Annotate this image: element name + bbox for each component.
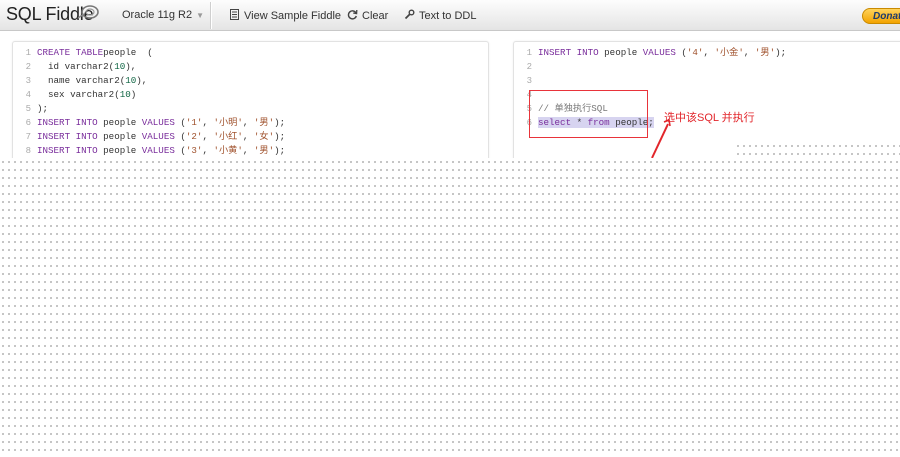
line-number: 7 [25,132,31,142]
code-token: '女' [253,131,275,142]
code-token: ); [274,117,286,128]
line-number: 5 [25,104,31,114]
code-token: '小红' [213,131,243,142]
schema-code-line: 5); [13,102,488,116]
code-token: sex varchar2( [37,89,120,100]
code-token: ); [274,145,286,156]
schema-editor[interactable]: 1 CREATE TABLEpeople (2 id varchar2(10), 3… [12,41,489,173]
code-token: , [202,117,214,128]
code-token: 10 [114,61,126,72]
code-token: , [242,131,254,142]
line-number: 1 [25,48,31,58]
code-token: name varchar2( [37,75,126,86]
schema-code-line: 1 CREATE TABLEpeople ( [13,46,488,60]
clear-label: Clear [362,10,389,22]
schema-code: 1 CREATE TABLEpeople (2 id varchar2(10), 3… [13,42,488,158]
view-sample-fiddle-button[interactable]: View Sample Fiddle [229,9,341,22]
query-code-line: 2 [514,60,900,74]
code-token: people [97,145,142,156]
code-token: ), [125,61,137,72]
code-token: VALUES [642,47,676,58]
code-token: ( [174,131,186,142]
query-code-line: 1 INSERT INTO people VALUES ('4', '小金', '… [514,46,900,60]
wrench-icon [404,9,415,20]
code-token: ), [136,75,148,86]
fiddle-logo-icon [77,5,99,19]
line-number: 2 [25,62,31,72]
schema-code-line: 2 id varchar2(10), [13,60,488,74]
code-token: '小明' [213,117,243,128]
annotation-text: 选中该SQL 并执行 [664,112,755,124]
code-token: , [202,145,214,156]
line-number: 4 [25,90,31,100]
document-icon [230,9,239,20]
code-token: '男' [253,145,275,156]
line-number: 8 [25,146,31,156]
code-token: people [598,47,643,58]
code-token: ); [37,103,49,114]
line-number: 2 [526,62,532,72]
code-token: ( [675,47,687,58]
schema-code-line: 8 INSERT INTO people VALUES ('3', '小黄', '… [13,144,488,158]
code-token: people [97,117,142,128]
code-token: '2' [185,131,203,142]
text-to-ddl-button[interactable]: Text to DDL [404,9,476,22]
code-token: INSERT INTO [37,117,98,128]
line-number: 3 [25,76,31,86]
code-token: id varchar2( [37,61,115,72]
code-token: ); [775,47,787,58]
code-token: VALUES [141,117,175,128]
schema-code-line: 6 INSERT INTO people VALUES ('1', '小明', '… [13,116,488,130]
code-token: INSERT INTO [37,131,98,142]
code-token: , [743,47,755,58]
highlight-box [529,90,648,138]
line-number: 3 [526,76,532,86]
dotted-overlay-top [735,142,900,158]
query-code-line: 3 [514,74,900,88]
code-token: '男' [754,47,776,58]
code-token: ); [274,131,286,142]
line-number: 6 [25,118,31,128]
code-token: INSERT INTO [37,145,98,156]
code-token: people [97,131,142,142]
code-token: '1' [185,117,203,128]
code-token: , [242,145,254,156]
code-token: VALUES [141,131,175,142]
code-token: VALUES [141,145,175,156]
code-token: '男' [253,117,275,128]
schema-code-line: 4 sex varchar2(10) [13,88,488,102]
code-token: people ( [103,47,153,58]
code-token: CREATE TABLE [37,47,104,58]
caret-down-icon: ▼ [196,11,205,20]
dotted-overlay [0,158,900,457]
code-token: '4' [686,47,704,58]
code-token: INSERT INTO [538,47,599,58]
code-token: ) [130,89,137,100]
code-token: , [242,117,254,128]
code-token: , [202,131,214,142]
code-token: ( [174,117,186,128]
refresh-icon [347,9,358,20]
code-token: '小金' [714,47,744,58]
view-sample-fiddle-label: View Sample Fiddle [244,10,342,22]
text-to-ddl-label: Text to DDL [419,10,477,22]
database-select[interactable]: Oracle 11g R2 ▼ [122,9,204,21]
code-token: , [703,47,715,58]
code-token: ( [174,145,186,156]
code-token: '小黄' [213,145,243,156]
database-select-label: Oracle 11g R2 [122,9,193,21]
donate-button[interactable]: Donat [862,8,900,24]
schema-code-line: 3 name varchar2(10), [13,74,488,88]
schema-code-line: 7 INSERT INTO people VALUES ('2', '小红', '… [13,130,488,144]
toolbar-divider [210,2,211,29]
code-token: 10 [119,89,131,100]
line-number: 1 [526,48,532,58]
clear-button[interactable]: Clear [347,9,388,22]
code-token: 10 [125,75,137,86]
code-token: '3' [185,145,203,156]
toolbar: SQL Fiddle Oracle 11g R2 ▼ View Sample Fi… [0,0,900,31]
